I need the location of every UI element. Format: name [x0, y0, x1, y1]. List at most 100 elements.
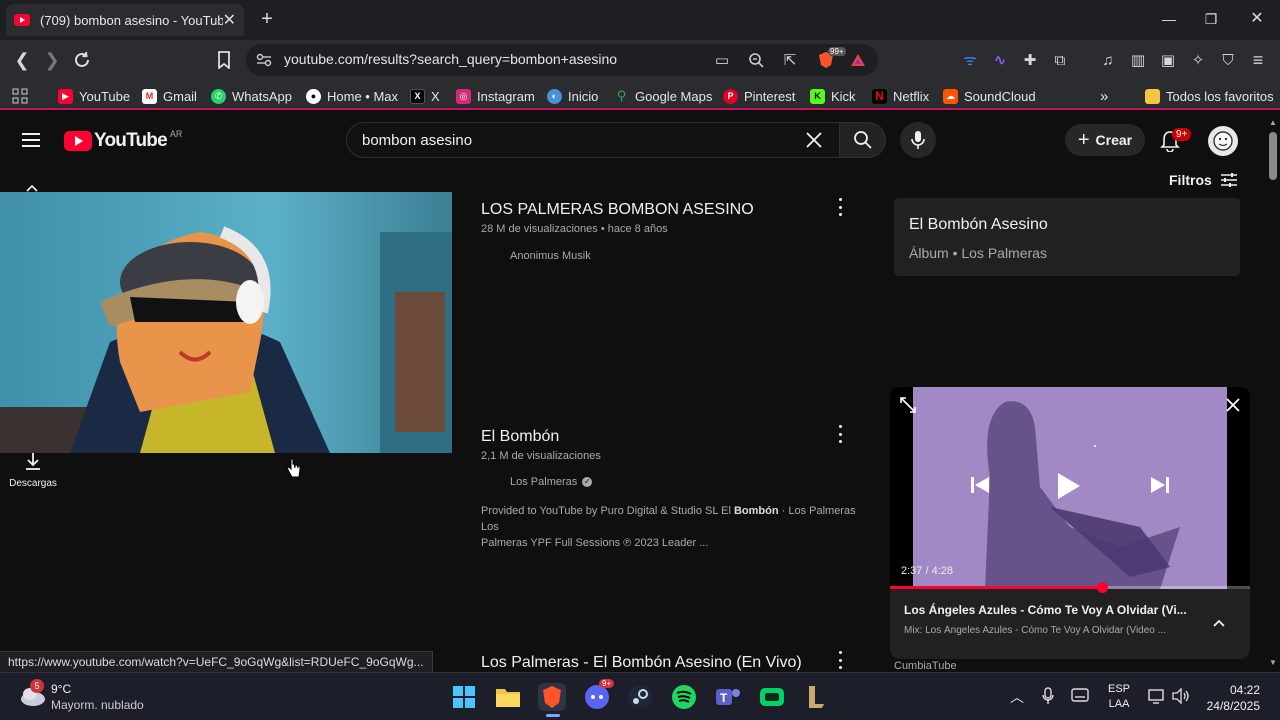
bookmark-soundcloud[interactable]: ☁ SoundCloud: [943, 87, 1036, 105]
apps-grid-icon[interactable]: [10, 86, 30, 106]
link-status-bar: https://www.youtube.com/watch?v=UeFC_9oG…: [0, 651, 433, 673]
expand-miniplayer-icon[interactable]: [900, 397, 916, 413]
hand-cursor-icon: [286, 458, 302, 480]
search-input[interactable]: bombon asesino: [346, 122, 840, 158]
avatar[interactable]: [1208, 126, 1238, 156]
share-icon[interactable]: ⇱: [780, 50, 800, 70]
video-thumbnail-preview[interactable]: [0, 192, 452, 453]
restore-button[interactable]: ❐: [1198, 8, 1224, 30]
netflix-icon: N: [872, 88, 887, 104]
bookmark-whatsapp[interactable]: ✆ WhatsApp: [211, 87, 292, 105]
bookmark-icon[interactable]: [214, 50, 234, 70]
previous-track-icon[interactable]: [970, 475, 990, 495]
channel-name[interactable]: CumbiaTube: [894, 660, 957, 672]
scroll-down-arrow-icon[interactable]: ▼: [1269, 658, 1277, 667]
site-info-icon[interactable]: [254, 50, 274, 70]
network-icon[interactable]: [1148, 688, 1166, 704]
volume-icon[interactable]: [1172, 688, 1190, 704]
miniplayer[interactable]: 2:37 / 4:28 Los Ángeles Azules - Cómo Te…: [890, 387, 1250, 659]
bookmark-max[interactable]: ● Home • Max: [306, 87, 398, 105]
zoom-icon[interactable]: [746, 50, 766, 70]
system-tray-chevron-icon[interactable]: ︿: [1010, 687, 1024, 707]
channel-name[interactable]: Anonimus Musik: [510, 250, 591, 262]
extensions-icon[interactable]: ✚: [1020, 50, 1040, 70]
cast-icon[interactable]: ▭: [712, 50, 732, 70]
brave-rewards-icon[interactable]: [848, 50, 868, 70]
bookmark-inicio[interactable]: ◐ Inicio: [547, 87, 598, 105]
all-bookmarks-folder[interactable]: Todos los favoritos: [1145, 87, 1274, 105]
channel-name-verified[interactable]: Los Palmeras ✓: [510, 476, 593, 488]
bookmark-x[interactable]: XX: [410, 87, 440, 105]
voice-search-button[interactable]: [900, 122, 936, 158]
next-track-icon[interactable]: [1150, 475, 1170, 495]
leo-ai-icon[interactable]: ✧: [1188, 50, 1208, 70]
browser-tab[interactable]: (709) bombon asesino - YouTube ✕: [6, 4, 244, 36]
microphone-tray-icon[interactable]: [1042, 687, 1054, 705]
bookmark-pinterest[interactable]: P Pinterest: [723, 87, 795, 105]
league-of-legends-icon[interactable]: [802, 683, 830, 711]
video-title[interactable]: El Bombón: [481, 428, 559, 446]
bookmark-netflix[interactable]: N Netflix: [872, 87, 929, 105]
expand-queue-icon[interactable]: [1212, 618, 1226, 628]
progress-track[interactable]: [890, 582, 1250, 593]
bookmark-google-maps[interactable]: ⚲ Google Maps: [614, 87, 713, 105]
video-title[interactable]: Los Palmeras - El Bombón Asesino (En Viv…: [481, 654, 802, 672]
forward-icon[interactable]: ❯: [42, 50, 62, 70]
reload-icon[interactable]: [72, 50, 92, 70]
close-tab-icon[interactable]: ✕: [223, 10, 236, 30]
more-options-icon[interactable]: [837, 425, 843, 443]
more-bookmarks-icon[interactable]: »: [1100, 87, 1108, 105]
bookmark-youtube[interactable]: ▶ YouTube: [58, 87, 130, 105]
app-green-icon[interactable]: [758, 683, 786, 711]
chevron-up-icon[interactable]: [26, 184, 38, 192]
more-options-icon[interactable]: [837, 198, 843, 216]
weather-widget[interactable]: 5: [18, 679, 50, 713]
more-options-icon[interactable]: [837, 651, 843, 669]
filters-button[interactable]: Filtros: [1169, 172, 1238, 188]
search-button[interactable]: [840, 122, 886, 158]
miniplayer-video[interactable]: 2:37 / 4:28: [890, 387, 1250, 593]
hamburger-menu-icon[interactable]: [22, 132, 42, 148]
back-icon[interactable]: ❮: [12, 50, 32, 70]
keyboard-icon[interactable]: [1071, 688, 1089, 702]
menu-icon[interactable]: ≡: [1248, 50, 1268, 70]
page-scrollbar[interactable]: ▲ ▼: [1266, 116, 1280, 672]
vpn-icon[interactable]: ⛉: [1218, 50, 1238, 70]
clock[interactable]: 04:22 24/8/2025: [1204, 682, 1260, 714]
teams-icon[interactable]: T: [714, 683, 742, 711]
bookmark-gmail[interactable]: M Gmail: [142, 87, 197, 105]
close-window-button[interactable]: ✕: [1244, 8, 1270, 30]
downloads-button[interactable]: Descargas: [9, 452, 57, 489]
scrollbar-thumb[interactable]: [1269, 132, 1277, 180]
address-bar[interactable]: youtube.com/results?search_query=bombon+…: [246, 44, 878, 76]
sidebar-icon[interactable]: ▥: [1128, 50, 1148, 70]
bookmark-kick[interactable]: K Kick: [810, 87, 856, 105]
brave-browser-icon[interactable]: [538, 683, 566, 717]
screenshot-icon[interactable]: ⧉: [1050, 50, 1070, 70]
svg-text:T: T: [720, 691, 728, 705]
new-tab-button[interactable]: +: [256, 8, 278, 30]
extension-purple-icon[interactable]: ∿: [990, 50, 1010, 70]
minimize-button[interactable]: —: [1156, 8, 1182, 30]
play-button[interactable]: [1056, 471, 1082, 501]
discord-icon[interactable]: 9+: [583, 679, 615, 711]
close-miniplayer-icon[interactable]: [1226, 398, 1240, 412]
bookmark-instagram[interactable]: ◎ Instagram: [456, 87, 535, 105]
youtube-logo[interactable]: YouTube AR: [64, 129, 182, 152]
clear-search-icon[interactable]: [805, 131, 823, 149]
album-card[interactable]: El Bombón Asesino Álbum • Los Palmeras: [894, 198, 1240, 276]
youtube-logo-text: YouTube: [94, 130, 168, 151]
video-title[interactable]: LOS PALMERAS BOMBON ASESINO: [481, 201, 754, 219]
media-icon[interactable]: ♫: [1098, 50, 1118, 70]
wallet-signal-icon[interactable]: ᯤ: [960, 50, 980, 70]
scroll-up-arrow-icon[interactable]: ▲: [1269, 118, 1277, 127]
wallet-icon[interactable]: ▣: [1158, 50, 1178, 70]
language-indicator[interactable]: ESP LAA: [1108, 682, 1130, 712]
windows-start-icon[interactable]: [450, 683, 478, 711]
steam-icon[interactable]: [626, 683, 654, 711]
progress-scrubber[interactable]: [1097, 582, 1109, 593]
video-meta: 28 M de visualizaciones • hace 8 años: [481, 223, 668, 235]
create-button[interactable]: + Crear: [1065, 124, 1145, 156]
spotify-icon[interactable]: [670, 683, 698, 711]
file-explorer-icon[interactable]: [494, 683, 522, 711]
